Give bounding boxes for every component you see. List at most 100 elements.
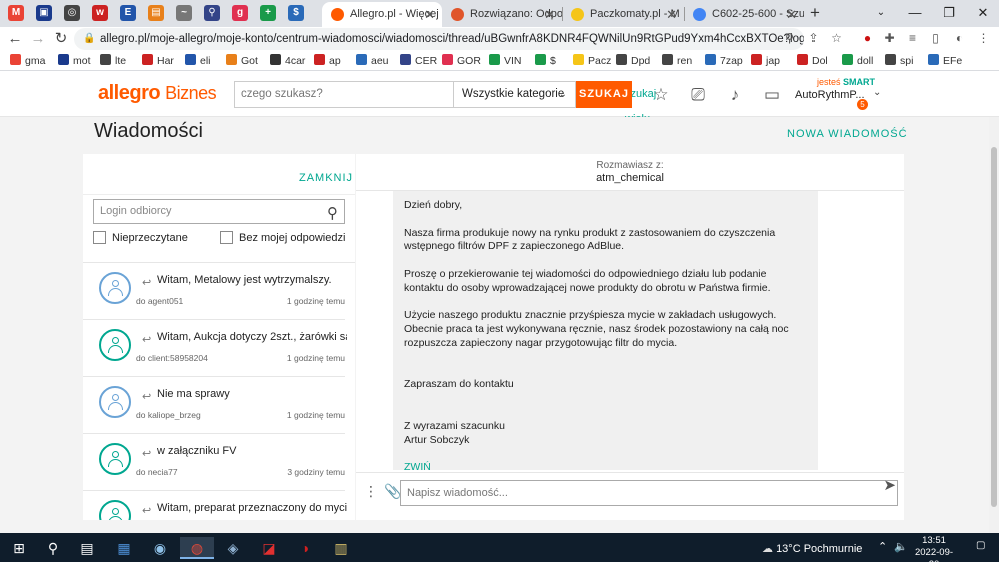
notifications-bell-icon[interactable]: ♪ bbox=[725, 85, 745, 105]
zoom-icon[interactable]: ⚲ bbox=[782, 31, 797, 46]
thread-item[interactable]: ↩ Nie ma sprawy do kaliope_brzeg 1 godzinę … bbox=[83, 377, 345, 434]
extensions-puzzle-icon[interactable]: ✚ bbox=[882, 31, 897, 46]
media-icon[interactable]: ≡ bbox=[905, 31, 920, 46]
search-input[interactable]: czego szukasz? szukaj wielu bbox=[234, 81, 656, 125]
search-button[interactable]: SZUKAJ bbox=[576, 81, 632, 108]
new-message-button[interactable]: NOWA WIADOMOŚĆ bbox=[787, 128, 908, 140]
tab-c602[interactable]: C602-25-600 - Szu ✕ bbox=[684, 2, 804, 27]
category-select[interactable]: Wszystkie kategorie ⌄ bbox=[454, 81, 576, 108]
reload-icon[interactable]: ↻ bbox=[51, 29, 71, 49]
calculator-icon[interactable]: ▦ bbox=[113, 537, 135, 559]
bookmark-item[interactable]: doll bbox=[842, 53, 873, 69]
minimize-button[interactable]: — bbox=[898, 0, 932, 27]
sidepanel-icon[interactable]: ▯ bbox=[928, 31, 943, 46]
tab-search-icon[interactable]: ⌄ bbox=[864, 0, 898, 27]
bookmark-item[interactable]: gma bbox=[10, 53, 45, 69]
maximize-button[interactable]: ❐ bbox=[932, 0, 966, 27]
close-tab-icon[interactable]: ✕ bbox=[544, 2, 555, 27]
more-options-icon[interactable]: ⋮ bbox=[364, 483, 378, 500]
new-tab-button[interactable]: + bbox=[810, 3, 820, 23]
bookmark-item[interactable]: Got bbox=[226, 53, 258, 69]
app-icon[interactable]: + bbox=[260, 5, 276, 21]
close-tab-icon[interactable]: ✕ bbox=[666, 2, 677, 27]
forward-icon[interactable]: → bbox=[28, 29, 48, 49]
close-window-button[interactable]: ✕ bbox=[966, 0, 999, 27]
thread-item[interactable]: ↩ Witam, preparat przeznaczony do mycia .… bbox=[83, 491, 347, 520]
notifications-icon[interactable]: ▢ bbox=[976, 540, 985, 551]
chrome-icon[interactable]: ◍ bbox=[180, 537, 214, 559]
collapse-link[interactable]: ZWIŃ bbox=[404, 461, 807, 470]
bookmark-item[interactable]: spi bbox=[885, 53, 913, 69]
app-icon[interactable]: ▤ bbox=[148, 5, 164, 21]
allegro-logo[interactable]: allegro Biznes bbox=[98, 82, 217, 105]
messages-icon[interactable]: ⎚ bbox=[688, 85, 708, 105]
conversation-partner[interactable]: atm_chemical bbox=[356, 172, 904, 184]
unread-filter-checkbox[interactable]: Nieprzeczytane bbox=[93, 231, 188, 245]
share-icon[interactable]: ⇪ bbox=[806, 31, 821, 46]
app-icon[interactable]: ▥ bbox=[330, 537, 352, 559]
app-icon[interactable]: ◪ bbox=[258, 537, 280, 559]
message-input[interactable]: Napisz wiadomość... bbox=[400, 480, 898, 506]
cart-icon[interactable]: ▭ bbox=[762, 85, 782, 105]
bookmark-item[interactable]: lte bbox=[100, 53, 126, 69]
network-app-icon[interactable]: ◉ bbox=[149, 537, 171, 559]
bookmark-item[interactable]: Dpd bbox=[616, 53, 650, 69]
page-scrollbar[interactable] bbox=[989, 117, 999, 533]
login-search-input[interactable]: Login odbiorcy ⚲ bbox=[93, 199, 345, 224]
bookmark-item[interactable]: jap bbox=[751, 53, 780, 69]
tab-rozwiazano[interactable]: Rozwiązano: Odpo ✕ bbox=[442, 2, 562, 27]
bookmark-item[interactable]: GOR bbox=[442, 53, 481, 69]
tray-chevron-icon[interactable]: ⌃ bbox=[878, 540, 887, 553]
bookmark-item[interactable]: 7zap bbox=[705, 53, 743, 69]
bookmark-item[interactable]: mot bbox=[58, 53, 91, 69]
bookmark-item[interactable]: ren bbox=[662, 53, 692, 69]
start-icon[interactable]: ⊞ bbox=[8, 537, 30, 559]
bookmark-item[interactable]: 4car bbox=[270, 53, 305, 69]
search-icon[interactable]: ⚲ bbox=[42, 537, 64, 559]
app-icon[interactable]: ◑ bbox=[294, 537, 316, 559]
profile-icon[interactable]: ◐ bbox=[952, 31, 967, 46]
bookmark-item[interactable]: CER bbox=[400, 53, 437, 69]
app-icon[interactable]: ~ bbox=[176, 5, 192, 21]
menu-icon[interactable]: ⋮ bbox=[976, 31, 991, 46]
noreply-filter-checkbox[interactable]: Bez mojej odpowiedzi bbox=[220, 231, 345, 245]
bookmark-item[interactable]: aeu bbox=[356, 53, 389, 69]
bookmark-item[interactable]: ap bbox=[314, 53, 341, 69]
bookmark-item[interactable]: Pacz bbox=[573, 53, 611, 69]
bookmark-item[interactable]: $ bbox=[535, 53, 556, 69]
bookmark-star-icon[interactable]: ☆ bbox=[829, 31, 844, 46]
app-icon[interactable]: $ bbox=[288, 5, 304, 21]
watchlist-star-icon[interactable]: ☆ bbox=[651, 85, 671, 105]
app-icon[interactable]: g bbox=[232, 5, 248, 21]
thread-item[interactable]: ↩ w załączniku FV do necia77 3 godziny temu bbox=[83, 434, 345, 491]
app-icon[interactable]: ⚲ bbox=[204, 5, 220, 21]
gmail-icon[interactable]: M bbox=[8, 5, 24, 21]
app-icon[interactable]: ▣ bbox=[36, 5, 52, 21]
close-button[interactable]: ZAMKNIJ bbox=[299, 172, 353, 184]
app-icon[interactable]: w bbox=[92, 5, 108, 21]
task-view-icon[interactable]: ▤ bbox=[76, 537, 98, 559]
weather-widget[interactable]: ☁ 13°C Pochmurnie bbox=[762, 542, 862, 555]
bookmark-item[interactable]: Har bbox=[142, 53, 174, 69]
back-icon[interactable]: ← bbox=[5, 29, 25, 49]
app-icon[interactable]: E bbox=[120, 5, 136, 21]
volume-icon[interactable]: 🔈 bbox=[894, 540, 908, 553]
scrollbar-thumb[interactable] bbox=[991, 147, 997, 507]
clock[interactable]: 13:51 2022-09-20 bbox=[912, 535, 956, 571]
attachment-icon[interactable]: 📎 bbox=[384, 483, 401, 500]
tab-allegro[interactable]: Allegro.pl - Więcej ✕ bbox=[322, 2, 442, 27]
app-icon[interactable]: ◈ bbox=[222, 537, 244, 559]
close-tab-icon[interactable]: ✕ bbox=[786, 2, 797, 27]
send-icon[interactable]: ➤ bbox=[883, 476, 896, 494]
bookmark-item[interactable]: Dol bbox=[797, 53, 828, 69]
bookmark-item[interactable]: VIN bbox=[489, 53, 522, 69]
tab-paczkomaty[interactable]: Paczkomaty.pl - M ✕ bbox=[562, 2, 684, 27]
bookmark-item[interactable]: eli bbox=[185, 53, 211, 69]
close-tab-icon[interactable]: ✕ bbox=[424, 2, 435, 27]
app-icon[interactable]: ◎ bbox=[64, 5, 80, 21]
search-icon[interactable]: ⚲ bbox=[327, 202, 338, 225]
bookmark-item[interactable]: EFe bbox=[928, 53, 962, 69]
thread-item[interactable]: ↩ Witam, Metalowy jest wytrzymalszy. do ag… bbox=[83, 263, 345, 320]
thread-item[interactable]: ↩ Witam, Aukcja dotyczy 2szt., żarówki są… bbox=[83, 320, 347, 377]
url-field[interactable]: 🔒 allegro.pl/moje-allegro/moje-konto/cen… bbox=[74, 28, 804, 50]
